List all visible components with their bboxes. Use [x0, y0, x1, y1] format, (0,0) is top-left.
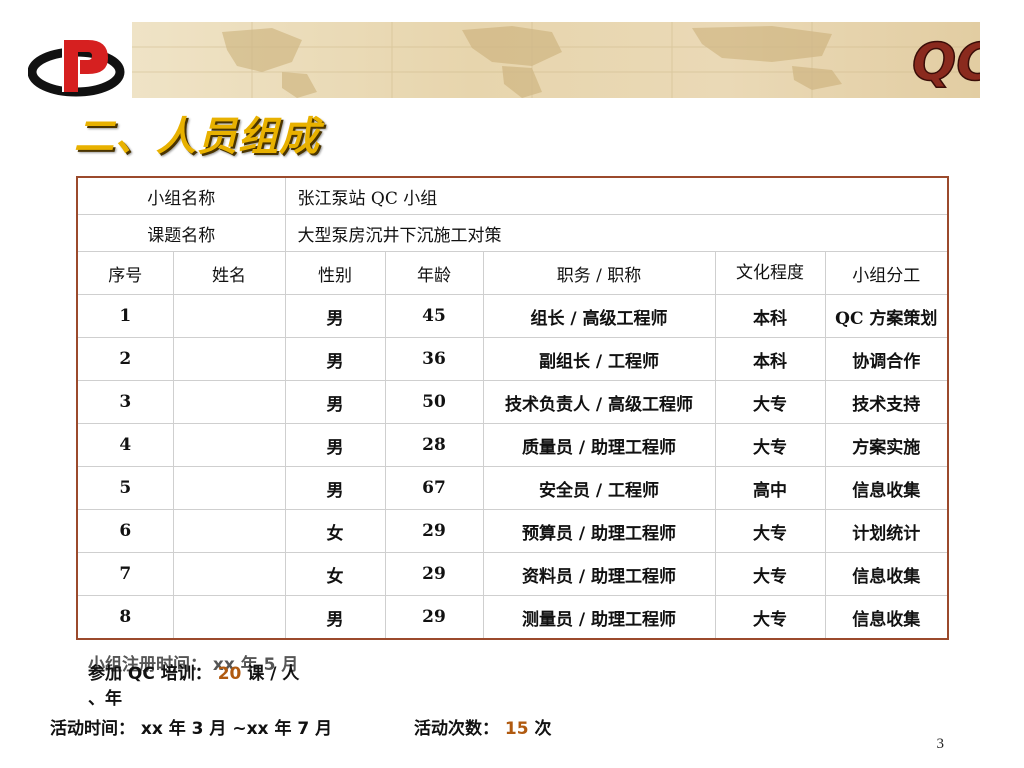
- cell-role: 信息收集: [824, 552, 949, 596]
- cell-role: 信息收集: [824, 466, 949, 510]
- activity-count-unit: 次: [534, 719, 552, 739]
- cell-title: 预算员 / 助理工程师: [482, 509, 716, 553]
- cell-age: 36: [384, 337, 484, 381]
- cell-edu: 高中: [714, 466, 826, 510]
- header-cell: 文化程度: [714, 251, 826, 295]
- cell-no: 8: [76, 595, 174, 640]
- cell-role: 信息收集: [824, 595, 949, 640]
- cell-age: 45: [384, 294, 484, 338]
- world-map-graphic: [132, 22, 980, 98]
- activity-count-label: 活动次数：: [414, 719, 499, 739]
- cell-gender: 男: [284, 595, 386, 640]
- cell-name: [172, 337, 286, 381]
- cell-role: 方案实施: [824, 423, 949, 467]
- cell-edu: 大专: [714, 423, 826, 467]
- cell-role: 技术支持: [824, 380, 949, 424]
- cell-name: [172, 509, 286, 553]
- cell-age: 29: [384, 552, 484, 596]
- table-header-row: 序号 姓名 性别 年龄 职务 / 职称 文化程度 小组分工: [76, 251, 949, 295]
- cell-no: 5: [76, 466, 174, 510]
- group-name-row: 小组名称 张江泵站 QC 小组: [76, 176, 949, 215]
- cell-no: 3: [76, 380, 174, 424]
- cell-title: 质量员 / 助理工程师: [482, 423, 716, 467]
- cell-age: 28: [384, 423, 484, 467]
- cell-title: 安全员 / 工程师: [482, 466, 716, 510]
- cell-name: [172, 380, 286, 424]
- header-cell: 序号: [76, 251, 174, 295]
- header-cell: 性别: [284, 251, 386, 295]
- cell-name: [172, 423, 286, 467]
- cell-no: 1: [76, 294, 174, 338]
- cell-age: 67: [384, 466, 484, 510]
- cell-edu: 大专: [714, 509, 826, 553]
- cell-gender: 男: [284, 294, 386, 338]
- cell-gender: 男: [284, 423, 386, 467]
- topic-label: 课题名称: [76, 214, 286, 252]
- cell-gender: 男: [284, 466, 386, 510]
- activity-count-note: 活动次数： 15 次: [414, 714, 552, 739]
- header-cell: 姓名: [172, 251, 286, 295]
- cell-edu: 本科: [714, 337, 826, 381]
- table-row: 2 男 36 副组长 / 工程师 本科 协调合作: [76, 337, 949, 381]
- activity-time-note: 活动时间： xx 年 3 月 ~xx 年 7 月: [50, 719, 333, 739]
- page-title: 二、人员组成: [74, 114, 320, 160]
- cell-role: 协调合作: [824, 337, 949, 381]
- company-logo: [28, 38, 125, 97]
- cell-no: 7: [76, 552, 174, 596]
- table-row: 3 男 50 技术负责人 / 高级工程师 大专 技术支持: [76, 380, 949, 424]
- cell-age: 29: [384, 595, 484, 640]
- cell-name: [172, 466, 286, 510]
- cell-edu: 大专: [714, 380, 826, 424]
- header-cell: 小组分工: [824, 251, 949, 295]
- topic-row: 课题名称 大型泵房沉井下沉施工对策: [76, 214, 949, 252]
- header-banner: [132, 22, 980, 98]
- page-number: 3: [936, 736, 945, 752]
- cell-name: [172, 294, 286, 338]
- activity-count-value: 15: [504, 719, 529, 739]
- cell-title: 技术负责人 / 高级工程师: [482, 380, 716, 424]
- svg-text:QC: QC: [912, 33, 980, 90]
- cell-age: 50: [384, 380, 484, 424]
- qc-badge-icon: QC: [911, 32, 980, 90]
- cell-gender: 男: [284, 380, 386, 424]
- training-unit: 课 / 人: [247, 664, 300, 684]
- cell-name: [172, 595, 286, 640]
- table-body: 1 男 45 组长 / 高级工程师 本科 QC 方案策划 2 男 36 副组长 / 工程师 本科 协调…: [76, 294, 949, 640]
- header-cell: 职务 / 职称: [482, 251, 716, 295]
- table-row: 6 女 29 预算员 / 助理工程师 大专 计划统计: [76, 509, 949, 553]
- cell-title: 副组长 / 工程师: [482, 337, 716, 381]
- cell-title: 测量员 / 助理工程师: [482, 595, 716, 640]
- cell-edu: 大专: [714, 595, 826, 640]
- topic-value: 大型泵房沉井下沉施工对策: [284, 214, 949, 252]
- cell-gender: 女: [284, 509, 386, 553]
- training-note: 参加 QC 培训： 20 课 / 人: [88, 659, 299, 684]
- cell-no: 6: [76, 509, 174, 553]
- group-name-value: 张江泵站 QC 小组: [284, 176, 949, 215]
- table-row: 8 男 29 测量员 / 助理工程师 大专 信息收集: [76, 595, 949, 640]
- cell-age: 29: [384, 509, 484, 553]
- cell-gender: 女: [284, 552, 386, 596]
- table-row: 7 女 29 资料员 / 助理工程师 大专 信息收集: [76, 552, 949, 596]
- header-cell: 年龄: [384, 251, 484, 295]
- cell-edu: 本科: [714, 294, 826, 338]
- cell-role: QC 方案策划: [824, 294, 949, 338]
- training-label: 参加 QC 培训：: [88, 664, 212, 684]
- cell-gender: 男: [284, 337, 386, 381]
- table-row: 1 男 45 组长 / 高级工程师 本科 QC 方案策划: [76, 294, 949, 338]
- cell-no: 2: [76, 337, 174, 381]
- register-tail-note: 、年: [88, 689, 122, 709]
- training-count: 20: [217, 664, 242, 684]
- table-row: 5 男 67 安全员 / 工程师 高中 信息收集: [76, 466, 949, 510]
- cell-title: 资料员 / 助理工程师: [482, 552, 716, 596]
- cell-role: 计划统计: [824, 509, 949, 553]
- cell-no: 4: [76, 423, 174, 467]
- table-row: 4 男 28 质量员 / 助理工程师 大专 方案实施: [76, 423, 949, 467]
- group-name-label: 小组名称: [76, 176, 286, 215]
- cell-edu: 大专: [714, 552, 826, 596]
- member-table: 小组名称 张江泵站 QC 小组 课题名称 大型泵房沉井下沉施工对策 序号 姓名 …: [76, 176, 950, 640]
- cell-name: [172, 552, 286, 596]
- cell-title: 组长 / 高级工程师: [482, 294, 716, 338]
